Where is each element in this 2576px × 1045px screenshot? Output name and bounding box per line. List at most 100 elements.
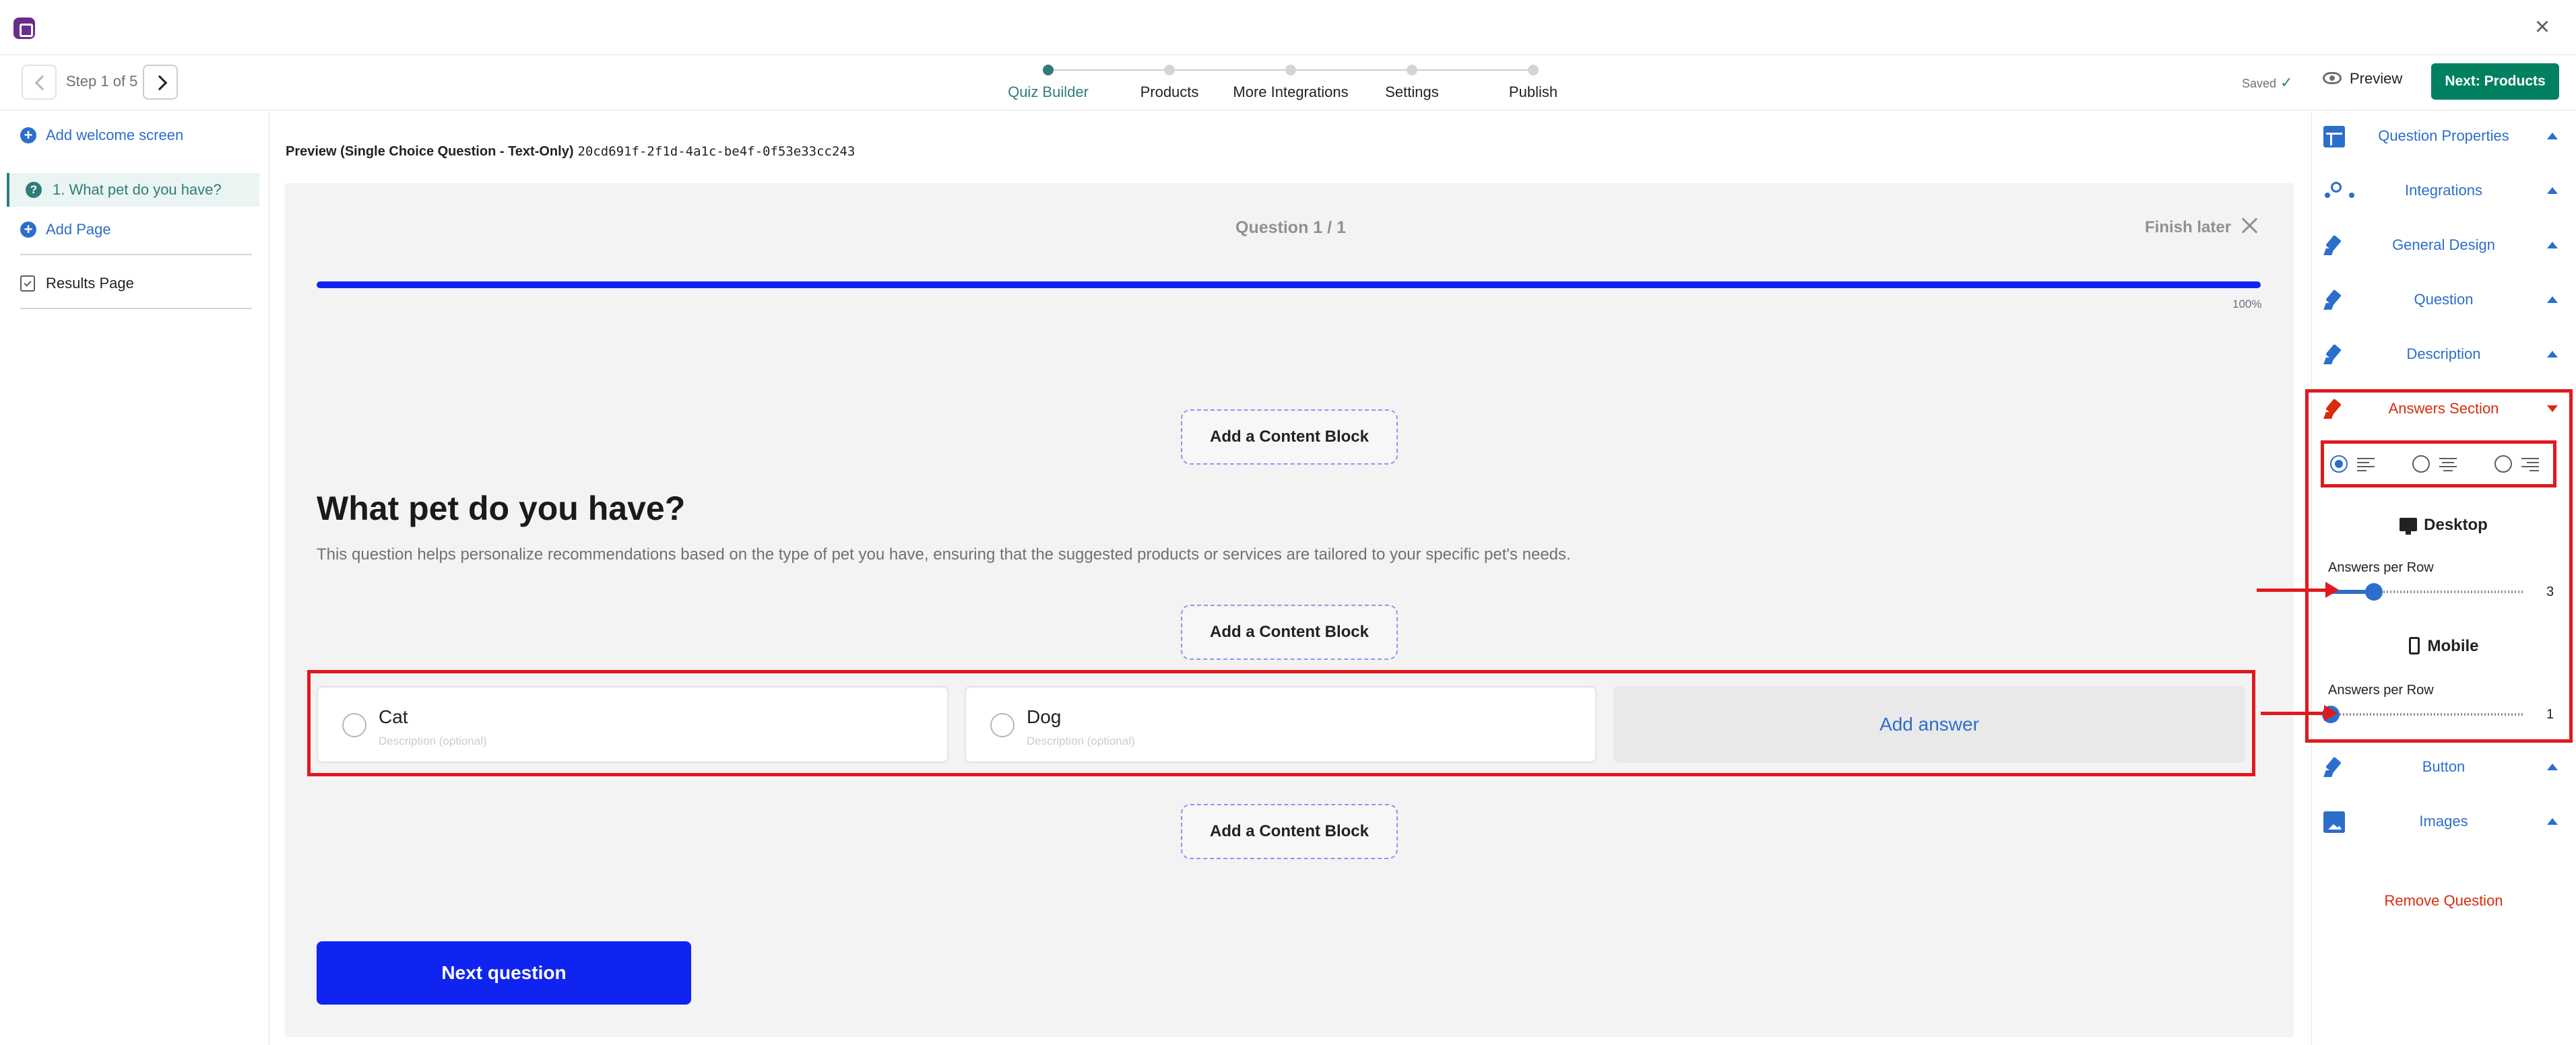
section-description[interactable]: Description — [2311, 335, 2576, 375]
previous-step-button[interactable] — [22, 65, 57, 100]
caret-up-icon — [2547, 296, 2558, 303]
plus-circle-icon: + — [20, 222, 36, 238]
radio-button[interactable] — [2494, 455, 2512, 473]
step-publish[interactable]: Publish — [1452, 65, 1614, 101]
desktop-answers-per-row-value: 3 — [2546, 584, 2554, 599]
radio-button[interactable] — [990, 713, 1015, 737]
answer-label[interactable]: Dog — [1027, 706, 1061, 728]
annotation-arrow — [2261, 705, 2338, 721]
question-title[interactable]: What pet do you have? — [317, 489, 685, 528]
progress-fill — [317, 281, 2261, 288]
question-item-label: 1. What pet do you have? — [53, 181, 222, 198]
close-icon[interactable] — [2238, 214, 2261, 237]
divider — [20, 254, 252, 255]
section-images[interactable]: Images — [2311, 802, 2576, 842]
saved-status: Saved ✓ — [2242, 74, 2292, 92]
answer-label[interactable]: Cat — [379, 706, 408, 728]
saved-label: Saved — [2242, 77, 2277, 90]
section-label: Answers Section — [2388, 400, 2499, 417]
remove-question-button[interactable]: Remove Question — [2311, 892, 2576, 910]
section-answers[interactable]: Answers Section — [2311, 389, 2576, 430]
results-page-item[interactable]: Results Page — [20, 269, 134, 298]
add-content-block-button[interactable]: Add a Content Block — [1181, 605, 1398, 660]
caret-up-icon — [2547, 818, 2558, 825]
answer-alignment-options — [2321, 440, 2556, 487]
window-titlebar: × — [0, 0, 2576, 55]
caret-up-icon — [2547, 351, 2558, 358]
align-right-icon — [2521, 458, 2539, 471]
chevron-right-icon — [152, 75, 168, 91]
monitor-icon — [2400, 517, 2418, 535]
mobile-answers-per-row-slider[interactable] — [2322, 706, 2525, 723]
align-right-option[interactable] — [2494, 455, 2548, 474]
preview-label: Preview — [2350, 70, 2403, 87]
preview-type: Preview (Single Choice Question - Text-O… — [286, 144, 574, 159]
add-welcome-label: Add welcome screen — [46, 127, 184, 143]
caret-up-icon — [2547, 133, 2558, 139]
section-label: Integrations — [2405, 182, 2482, 199]
question-icon: ? — [26, 182, 42, 198]
preview-button[interactable]: Preview — [2323, 70, 2402, 88]
answer-description[interactable]: Description (optional) — [1027, 735, 1135, 748]
answer-description[interactable]: Description (optional) — [379, 735, 487, 748]
plus-circle-icon: + — [20, 127, 36, 143]
phone-icon — [2408, 636, 2420, 654]
step-dot — [1043, 65, 1054, 75]
finish-later-button[interactable]: Finish later — [2145, 218, 2231, 237]
mobile-answers-per-row-label: Answers per Row — [2328, 683, 2434, 698]
question-counter: Question 1 / 1 — [1235, 218, 1346, 237]
section-general-design[interactable]: General Design — [2311, 226, 2576, 266]
step-dot — [1407, 65, 1417, 75]
preview-heading: Preview (Single Choice Question - Text-O… — [286, 144, 855, 160]
left-sidebar: + Add welcome screen ? 1. What pet do yo… — [0, 111, 269, 1045]
align-left-option[interactable] — [2330, 455, 2384, 474]
section-question-properties[interactable]: Question Properties — [2311, 116, 2576, 157]
desktop-heading: Desktop — [2311, 516, 2576, 535]
quiz-progress-bar — [317, 281, 2261, 288]
section-label: General Design — [2392, 236, 2495, 253]
add-page-link[interactable]: + Add Page — [20, 215, 111, 244]
section-label: Question Properties — [2378, 127, 2509, 144]
question-id: 20cd691f-2f1d-4a1c-be4f-0f53e33cc243 — [577, 144, 856, 159]
question-description[interactable]: This question helps personalize recommen… — [317, 545, 1571, 564]
mobile-label: Mobile — [2427, 637, 2479, 655]
slider-track — [2329, 713, 2525, 716]
answer-option-dog[interactable]: Dog Description (optional) — [965, 686, 1597, 763]
next-products-button[interactable]: Next: Products — [2431, 63, 2559, 100]
radio-button[interactable] — [342, 713, 366, 737]
section-button[interactable]: Button — [2311, 747, 2576, 788]
align-center-icon — [2439, 458, 2457, 471]
close-icon[interactable]: × — [2527, 12, 2557, 42]
caret-down-icon — [2547, 405, 2558, 412]
radio-button[interactable] — [2412, 455, 2430, 473]
progress-percent: 100% — [2232, 298, 2262, 310]
add-content-block-button[interactable]: Add a Content Block — [1181, 409, 1398, 465]
add-welcome-screen-link[interactable]: + Add welcome screen — [20, 121, 183, 150]
add-content-block-button[interactable]: Add a Content Block — [1181, 804, 1398, 859]
section-label: Question — [2414, 291, 2474, 308]
step-dot — [1285, 65, 1296, 75]
step-dot — [1528, 65, 1539, 75]
section-question[interactable]: Question — [2311, 280, 2576, 321]
sidebar-item-question-1[interactable]: ? 1. What pet do you have? — [7, 173, 259, 207]
add-answer-button[interactable]: Add answer — [1613, 686, 2245, 763]
divider — [20, 308, 252, 309]
slider-handle[interactable] — [2365, 583, 2383, 601]
section-label: Images — [2419, 813, 2468, 830]
caret-up-icon — [2547, 764, 2558, 770]
desktop-answers-per-row-slider[interactable] — [2329, 583, 2525, 601]
next-question-button[interactable]: Next question — [317, 941, 691, 1005]
mobile-answers-per-row-value: 1 — [2546, 707, 2554, 722]
caret-up-icon — [2547, 187, 2558, 194]
align-left-icon — [2357, 458, 2375, 471]
answer-option-cat[interactable]: Cat Description (optional) — [317, 686, 948, 763]
step-label: Publish — [1508, 83, 1558, 100]
align-center-option[interactable] — [2412, 455, 2466, 474]
section-integrations[interactable]: Integrations — [2311, 171, 2576, 211]
chevron-left-icon — [34, 75, 51, 91]
check-icon: ✓ — [2280, 74, 2293, 91]
results-page-label: Results Page — [46, 275, 134, 292]
section-label: Button — [2422, 758, 2466, 775]
radio-button[interactable] — [2330, 455, 2348, 473]
next-step-button[interactable] — [143, 65, 178, 100]
